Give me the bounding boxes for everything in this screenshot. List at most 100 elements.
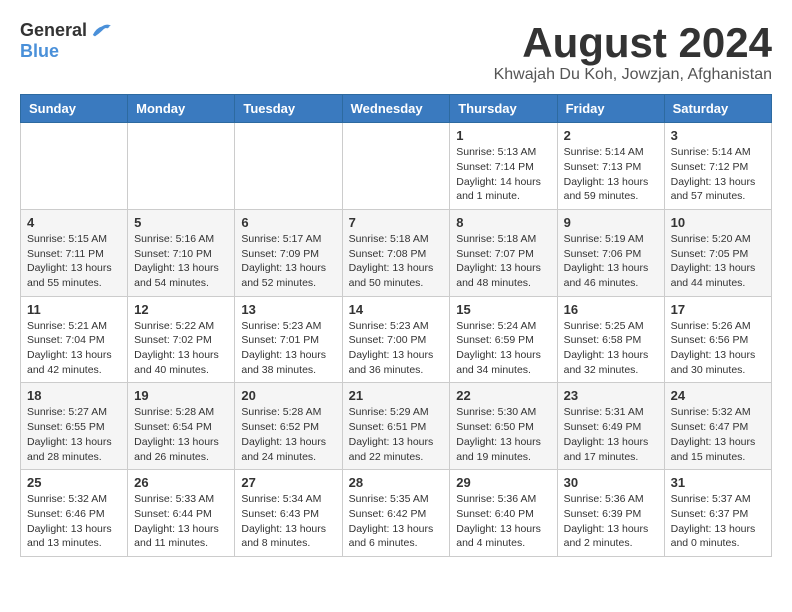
calendar-cell: 14 Sunrise: 5:23 AM Sunset: 7:00 PM Dayli… — [342, 296, 450, 383]
day-info: Sunrise: 5:37 AM Sunset: 6:37 PM Dayligh… — [671, 492, 765, 551]
day-number: 24 — [671, 388, 765, 403]
day-info: Sunrise: 5:16 AM Sunset: 7:10 PM Dayligh… — [134, 232, 228, 291]
day-info: Sunrise: 5:14 AM Sunset: 7:13 PM Dayligh… — [564, 145, 658, 204]
calendar-cell — [342, 123, 450, 210]
logo-blue-text: Blue — [20, 41, 59, 62]
calendar-week-row: 18Sunrise: 5:27 AM Sunset: 6:55 PM Dayli… — [21, 383, 772, 470]
day-number: 1 — [456, 128, 550, 143]
weekday-header-tuesday: Tuesday — [235, 95, 342, 123]
calendar-cell: 3 Sunrise: 5:14 AM Sunset: 7:12 PM Daylig… — [664, 123, 771, 210]
calendar-cell: 15 Sunrise: 5:24 AM Sunset: 6:59 PM Dayli… — [450, 296, 557, 383]
calendar-cell — [128, 123, 235, 210]
day-number: 16 — [564, 302, 658, 317]
calendar-cell: 25 Sunrise: 5:32 AM Sunset: 6:46 PM Dayli… — [21, 470, 128, 557]
calendar-cell: 4 Sunrise: 5:15 AM Sunset: 7:11 PM Daylig… — [21, 209, 128, 296]
calendar-cell: 18Sunrise: 5:27 AM Sunset: 6:55 PM Dayli… — [21, 383, 128, 470]
calendar-week-row: 4 Sunrise: 5:15 AM Sunset: 7:11 PM Daylig… — [21, 209, 772, 296]
day-number: 19 — [134, 388, 228, 403]
day-number: 9 — [564, 215, 658, 230]
day-number: 6 — [241, 215, 335, 230]
day-info: Sunrise: 5:31 AM Sunset: 6:49 PM Dayligh… — [564, 405, 658, 464]
day-number: 18 — [27, 388, 121, 403]
calendar-cell: 27 Sunrise: 5:34 AM Sunset: 6:43 PM Dayli… — [235, 470, 342, 557]
day-info: Sunrise: 5:18 AM Sunset: 7:08 PM Dayligh… — [349, 232, 444, 291]
day-info: Sunrise: 5:28 AM Sunset: 6:52 PM Dayligh… — [241, 405, 335, 464]
calendar-cell: 9 Sunrise: 5:19 AM Sunset: 7:06 PM Daylig… — [557, 209, 664, 296]
calendar-week-row: 1 Sunrise: 5:13 AM Sunset: 7:14 PM Daylig… — [21, 123, 772, 210]
day-number: 4 — [27, 215, 121, 230]
calendar-cell: 29Sunrise: 5:36 AM Sunset: 6:40 PM Dayli… — [450, 470, 557, 557]
day-number: 30 — [564, 475, 658, 490]
calendar-cell: 7 Sunrise: 5:18 AM Sunset: 7:08 PM Daylig… — [342, 209, 450, 296]
day-info: Sunrise: 5:29 AM Sunset: 6:51 PM Dayligh… — [349, 405, 444, 464]
calendar-cell: 10 Sunrise: 5:20 AM Sunset: 7:05 PM Dayli… — [664, 209, 771, 296]
day-info: Sunrise: 5:34 AM Sunset: 6:43 PM Dayligh… — [241, 492, 335, 551]
weekday-header-row: SundayMondayTuesdayWednesdayThursdayFrid… — [21, 95, 772, 123]
day-number: 25 — [27, 475, 121, 490]
day-number: 21 — [349, 388, 444, 403]
day-number: 26 — [134, 475, 228, 490]
weekday-header-wednesday: Wednesday — [342, 95, 450, 123]
day-info: Sunrise: 5:14 AM Sunset: 7:12 PM Dayligh… — [671, 145, 765, 204]
calendar-cell — [235, 123, 342, 210]
day-number: 27 — [241, 475, 335, 490]
day-number: 20 — [241, 388, 335, 403]
calendar-cell: 13 Sunrise: 5:23 AM Sunset: 7:01 PM Dayli… — [235, 296, 342, 383]
weekday-header-monday: Monday — [128, 95, 235, 123]
calendar-table: SundayMondayTuesdayWednesdayThursdayFrid… — [20, 94, 772, 557]
day-number: 28 — [349, 475, 444, 490]
day-number: 14 — [349, 302, 444, 317]
day-number: 29 — [456, 475, 550, 490]
day-info: Sunrise: 5:17 AM Sunset: 7:09 PM Dayligh… — [241, 232, 335, 291]
day-info: Sunrise: 5:32 AM Sunset: 6:46 PM Dayligh… — [27, 492, 121, 551]
day-number: 15 — [456, 302, 550, 317]
calendar-cell: 19Sunrise: 5:28 AM Sunset: 6:54 PM Dayli… — [128, 383, 235, 470]
day-info: Sunrise: 5:30 AM Sunset: 6:50 PM Dayligh… — [456, 405, 550, 464]
day-info: Sunrise: 5:35 AM Sunset: 6:42 PM Dayligh… — [349, 492, 444, 551]
calendar-cell: 21 Sunrise: 5:29 AM Sunset: 6:51 PM Dayli… — [342, 383, 450, 470]
day-number: 10 — [671, 215, 765, 230]
day-info: Sunrise: 5:20 AM Sunset: 7:05 PM Dayligh… — [671, 232, 765, 291]
day-number: 11 — [27, 302, 121, 317]
calendar-cell: 17Sunrise: 5:26 AM Sunset: 6:56 PM Dayli… — [664, 296, 771, 383]
weekday-header-sunday: Sunday — [21, 95, 128, 123]
day-number: 17 — [671, 302, 765, 317]
day-info: Sunrise: 5:33 AM Sunset: 6:44 PM Dayligh… — [134, 492, 228, 551]
calendar-cell: 11Sunrise: 5:21 AM Sunset: 7:04 PM Dayli… — [21, 296, 128, 383]
calendar-cell: 30 Sunrise: 5:36 AM Sunset: 6:39 PM Dayli… — [557, 470, 664, 557]
calendar-cell: 22Sunrise: 5:30 AM Sunset: 6:50 PM Dayli… — [450, 383, 557, 470]
day-info: Sunrise: 5:15 AM Sunset: 7:11 PM Dayligh… — [27, 232, 121, 291]
location-text: Khwajah Du Koh, Jowzjan, Afghanistan — [494, 66, 772, 84]
day-info: Sunrise: 5:13 AM Sunset: 7:14 PM Dayligh… — [456, 145, 550, 204]
logo-bird-icon — [89, 22, 111, 40]
day-number: 23 — [564, 388, 658, 403]
calendar-cell: 12 Sunrise: 5:22 AM Sunset: 7:02 PM Dayli… — [128, 296, 235, 383]
day-info: Sunrise: 5:18 AM Sunset: 7:07 PM Dayligh… — [456, 232, 550, 291]
day-number: 5 — [134, 215, 228, 230]
calendar-cell: 24Sunrise: 5:32 AM Sunset: 6:47 PM Dayli… — [664, 383, 771, 470]
day-number: 2 — [564, 128, 658, 143]
day-info: Sunrise: 5:24 AM Sunset: 6:59 PM Dayligh… — [456, 319, 550, 378]
calendar-cell: 20 Sunrise: 5:28 AM Sunset: 6:52 PM Dayli… — [235, 383, 342, 470]
calendar-cell: 6 Sunrise: 5:17 AM Sunset: 7:09 PM Daylig… — [235, 209, 342, 296]
calendar-cell: 1 Sunrise: 5:13 AM Sunset: 7:14 PM Daylig… — [450, 123, 557, 210]
calendar-cell: 16 Sunrise: 5:25 AM Sunset: 6:58 PM Dayli… — [557, 296, 664, 383]
day-info: Sunrise: 5:19 AM Sunset: 7:06 PM Dayligh… — [564, 232, 658, 291]
weekday-header-friday: Friday — [557, 95, 664, 123]
day-number: 7 — [349, 215, 444, 230]
day-number: 13 — [241, 302, 335, 317]
day-info: Sunrise: 5:25 AM Sunset: 6:58 PM Dayligh… — [564, 319, 658, 378]
day-number: 12 — [134, 302, 228, 317]
day-info: Sunrise: 5:23 AM Sunset: 7:01 PM Dayligh… — [241, 319, 335, 378]
day-info: Sunrise: 5:22 AM Sunset: 7:02 PM Dayligh… — [134, 319, 228, 378]
weekday-header-thursday: Thursday — [450, 95, 557, 123]
calendar-week-row: 25 Sunrise: 5:32 AM Sunset: 6:46 PM Dayli… — [21, 470, 772, 557]
logo-general-text: General — [20, 20, 87, 41]
calendar-cell: 2 Sunrise: 5:14 AM Sunset: 7:13 PM Daylig… — [557, 123, 664, 210]
day-number: 3 — [671, 128, 765, 143]
calendar-cell: 28 Sunrise: 5:35 AM Sunset: 6:42 PM Dayli… — [342, 470, 450, 557]
calendar-cell: 31Sunrise: 5:37 AM Sunset: 6:37 PM Dayli… — [664, 470, 771, 557]
day-number: 8 — [456, 215, 550, 230]
day-info: Sunrise: 5:23 AM Sunset: 7:00 PM Dayligh… — [349, 319, 444, 378]
day-info: Sunrise: 5:36 AM Sunset: 6:39 PM Dayligh… — [564, 492, 658, 551]
